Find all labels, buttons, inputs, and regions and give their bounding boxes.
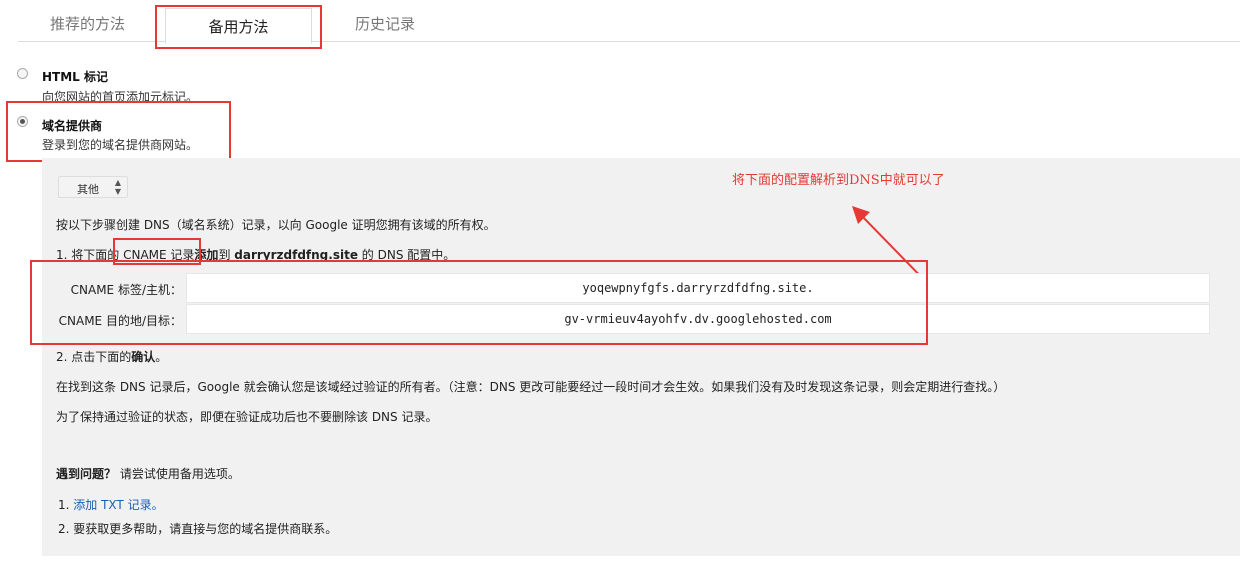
step2-prefix: 2. 点击下面的 [56,350,132,364]
radio-html-tag[interactable] [17,68,28,79]
provider-select[interactable]: 其他 ▲ ▼ [58,176,128,198]
highlight-domain-option-box [6,101,231,162]
help-item-1: 1. 添加 TXT 记录。 [58,496,164,513]
problem-heading: 遇到问题？ [56,467,117,481]
highlight-tab-box [155,5,322,49]
annotation-text: 将下面的配置解析到DNS中就可以了 [732,173,945,188]
keep-record-text: 为了保持通过验证的状态，即便在验证成功后也不要删除该 DNS 记录。 [56,410,438,424]
after-found-text: 在找到这条 DNS 记录后，Google 就会确认您是该域经过验证的所有者。（注… [56,380,1006,394]
add-txt-record-link[interactable]: 添加 TXT 记录。 [73,498,163,512]
help-item-2: 2. 要获取更多帮助，请直接与您的域名提供商联系。 [58,522,338,536]
option-html-title: HTML 标记 [42,70,108,84]
step2-suffix: 。 [155,350,168,364]
help-item-1-num: 1. [58,498,74,512]
select-arrows-icon: ▲ ▼ [114,178,121,196]
provider-select-value: 其他 [77,183,99,196]
problem-text: 遇到问题？ 请尝试使用备用选项。 [56,465,240,482]
tab-recommended[interactable]: 推荐的方法 [50,13,125,34]
highlight-records-box [30,260,928,345]
step2-text: 2. 点击下面的确认。 [56,348,167,365]
problem-tail: 请尝试使用备用选项。 [116,467,240,481]
step2-confirm: 确认 [131,350,156,364]
tab-history[interactable]: 历史记录 [355,13,415,34]
dns-intro-text: 按以下步骤创建 DNS（域名系统）记录，以向 Google 证明您拥有该域的所有… [56,218,496,232]
